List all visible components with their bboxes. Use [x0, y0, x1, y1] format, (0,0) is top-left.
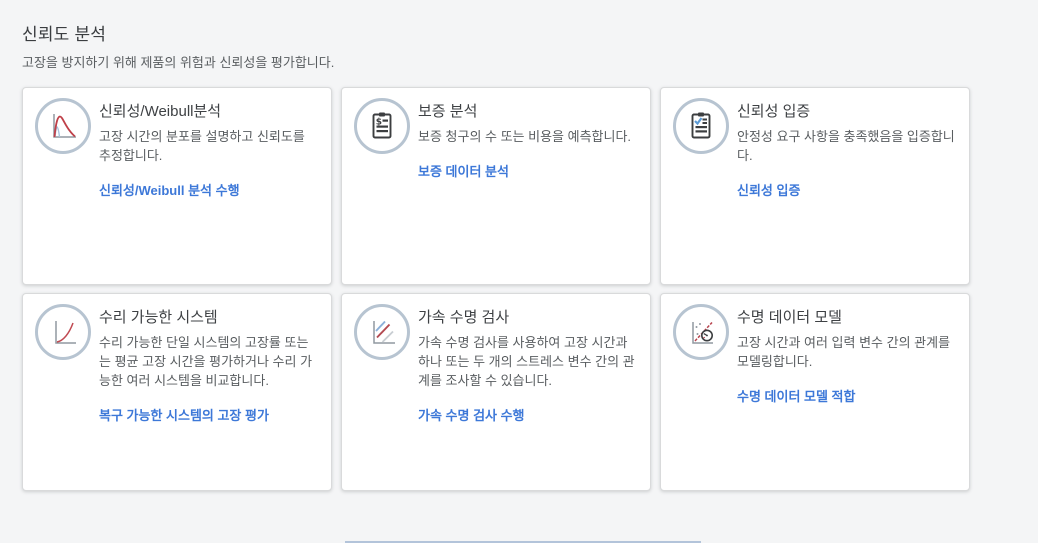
parallel-regression-lines-chart-icon: [354, 304, 410, 360]
card-description: 안정성 요구 사항을 충족했음을 입증합니다.: [737, 128, 956, 166]
card-title: 수명 데이터 모델: [737, 306, 956, 327]
card-description: 고장 시간과 여러 입력 변수 간의 관계를 모델링합니다.: [737, 334, 956, 372]
page-subtitle: 고장을 방지하기 위해 제품의 위험과 신뢰성을 평가합니다.: [22, 52, 334, 71]
card-description: 수리 가능한 단일 시스템의 고장률 또는 는 평균 고장 시간을 평가하거나 …: [99, 334, 318, 391]
checkmark-clipboard-icon: [673, 98, 729, 154]
card-accelerated-life-testing: 가속 수명 검사 가속 수명 검사를 사용하여 고장 시간과 하나 또는 두 개…: [341, 293, 651, 491]
reliability-analysis-page: 신뢰도 분석 고장을 방지하기 위해 제품의 위험과 신뢰성을 평가합니다. 신…: [0, 0, 1038, 543]
gauge-scatter-line-chart-icon: [673, 304, 729, 360]
warranty-dollar-clipboard-icon: $: [354, 98, 410, 154]
card-title: 신뢰성 입증: [737, 100, 956, 121]
rising-failure-curve-chart-icon: [35, 304, 91, 360]
analysis-card-grid: 신뢰성/Weibull분석 고장 시간의 분포를 설명하고 신뢰도를 추정합니다…: [22, 87, 970, 491]
card-repairable-systems: 수리 가능한 시스템 수리 가능한 단일 시스템의 고장률 또는 는 평균 고장…: [22, 293, 332, 491]
card-life-data-model: 수명 데이터 모델 고장 시간과 여러 입력 변수 간의 관계를 모델링합니다.…: [660, 293, 970, 491]
evaluate-repairable-system-failures-link[interactable]: 복구 가능한 시스템의 고장 평가: [99, 405, 269, 424]
page-header: 신뢰도 분석 고장을 방지하기 위해 제품의 위험과 신뢰성을 평가합니다.: [22, 20, 334, 71]
card-title: 신뢰성/Weibull분석: [99, 100, 318, 121]
card-title: 수리 가능한 시스템: [99, 306, 318, 327]
card-description: 보증 청구의 수 또는 비용을 예측합니다.: [418, 128, 637, 147]
analyze-warranty-data-link[interactable]: 보증 데이터 분석: [418, 161, 509, 180]
page-title: 신뢰도 분석: [22, 20, 334, 45]
card-reliability-demonstration: 신뢰성 입증 안정성 요구 사항을 충족했음을 입증합니다. 신뢰성 입증: [660, 87, 970, 285]
card-description: 고장 시간의 분포를 설명하고 신뢰도를 추정합니다.: [99, 128, 318, 166]
run-weibull-analysis-link[interactable]: 신뢰성/Weibull 분석 수행: [99, 180, 240, 199]
card-title: 보증 분석: [418, 100, 637, 121]
card-title: 가속 수명 검사: [418, 306, 637, 327]
card-warranty-analysis: $ 보증 분석 보증 청구의 수 또는 비용을 예측합니다. 보증 데이터 분석: [341, 87, 651, 285]
card-reliability-weibull: 신뢰성/Weibull분석 고장 시간의 분포를 설명하고 신뢰도를 추정합니다…: [22, 87, 332, 285]
fit-life-data-model-link[interactable]: 수명 데이터 모델 적합: [737, 386, 855, 405]
demonstrate-reliability-link[interactable]: 신뢰성 입증: [737, 180, 800, 199]
card-description: 가속 수명 검사를 사용하여 고장 시간과 하나 또는 두 개의 스트레스 변수…: [418, 334, 637, 391]
run-accelerated-life-test-link[interactable]: 가속 수명 검사 수행: [418, 405, 525, 424]
weibull-distribution-curve-icon: [35, 98, 91, 154]
